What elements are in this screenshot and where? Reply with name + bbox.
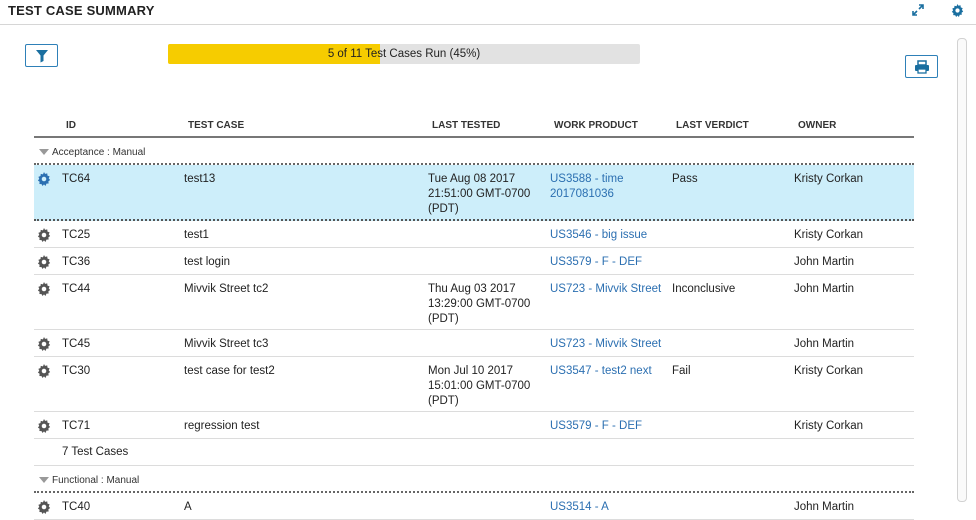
expand-icon[interactable] <box>910 4 926 20</box>
table-header: ID TEST CASE LAST TESTED WORK PRODUCT LA… <box>34 114 914 138</box>
test-case-id[interactable]: TC71 <box>62 419 90 434</box>
table-row[interactable]: TC71 regression test US3579 - F - DEF Krist… <box>34 412 914 439</box>
row-gear-icon[interactable] <box>37 228 51 242</box>
last-tested-line: (PDT) <box>428 395 459 407</box>
table-row[interactable]: TC36 test login US3579 - F - DEF John Marti… <box>34 248 914 275</box>
group-label: Acceptance : Manual <box>52 147 146 158</box>
col-test-case[interactable]: TEST CASE <box>188 120 244 131</box>
table-row[interactable]: TC40 A US3514 - A John Martin <box>34 493 914 520</box>
col-owner[interactable]: OWNER <box>798 120 836 131</box>
last-verdict: Inconclusive <box>672 283 736 295</box>
work-product-link[interactable]: US3579 - F - DEF <box>550 419 642 434</box>
work-product-link[interactable]: US3547 - test2 next <box>550 364 652 379</box>
last-tested-line: Thu Aug 03 2017 <box>428 283 516 295</box>
last-tested: Thu Aug 03 2017 13:29:00 GMT-0700 (PDT) <box>428 282 530 327</box>
test-case-name: Mivvik Street tc3 <box>184 338 269 350</box>
test-case-table: ID TEST CASE LAST TESTED WORK PRODUCT LA… <box>34 114 914 520</box>
last-tested-line: (PDT) <box>428 203 459 215</box>
row-gear-icon[interactable] <box>37 337 51 351</box>
owner: Kristy Corkan <box>794 420 864 432</box>
test-case-id[interactable]: TC36 <box>62 255 90 270</box>
row-gear-icon[interactable] <box>37 500 51 514</box>
test-case-id[interactable]: TC45 <box>62 337 90 352</box>
print-icon <box>914 59 929 74</box>
last-tested-line: (PDT) <box>428 313 459 325</box>
group-label: Functional : Manual <box>52 475 140 486</box>
last-tested-line: Mon Jul 10 2017 <box>428 365 514 377</box>
test-case-name: test13 <box>184 173 216 185</box>
test-case-name: test1 <box>184 229 209 241</box>
table-row[interactable]: TC44 Mivvik Street tc2 Thu Aug 03 2017 13:2… <box>34 275 914 330</box>
row-gear-icon[interactable] <box>37 172 51 186</box>
page-title: TEST CASE SUMMARY <box>8 3 155 18</box>
last-tested: Tue Aug 08 2017 21:51:00 GMT-0700 (PDT) <box>428 172 530 217</box>
last-verdict: Pass <box>672 173 698 185</box>
col-last-verdict[interactable]: LAST VERDICT <box>676 120 749 131</box>
work-product-line[interactable]: US723 - Mivvik Street <box>550 282 661 297</box>
last-verdict: Fail <box>672 365 691 377</box>
row-gear-icon[interactable] <box>37 282 51 296</box>
row-gear-icon[interactable] <box>37 419 51 433</box>
test-case-count: 7 Test Cases <box>62 446 129 458</box>
col-last-tested[interactable]: LAST TESTED <box>432 120 500 131</box>
test-case-id[interactable]: TC64 <box>62 172 90 187</box>
progress-label: 5 of 11 Test Cases Run (45%) <box>327 48 481 60</box>
last-tested: Mon Jul 10 2017 15:01:00 GMT-0700 (PDT) <box>428 364 530 409</box>
work-product-line[interactable]: US3547 - test2 next <box>550 364 652 379</box>
filter-button[interactable] <box>25 44 58 67</box>
owner: John Martin <box>794 256 855 268</box>
work-product-line[interactable]: US723 - Mivvik Street <box>550 337 661 352</box>
work-product-link[interactable]: US3579 - F - DEF <box>550 255 642 270</box>
work-product-link[interactable]: US723 - Mivvik Street <box>550 337 661 352</box>
col-id[interactable]: ID <box>66 120 76 131</box>
table-row[interactable]: TC64 test13 Tue Aug 08 2017 21:51:00 GMT-07… <box>34 165 914 221</box>
last-tested-line: 21:51:00 GMT-0700 <box>428 188 531 200</box>
group-header[interactable]: Functional : Manual <box>34 466 914 493</box>
work-product-link[interactable]: US3546 - big issue <box>550 228 647 243</box>
row-gear-icon[interactable] <box>37 364 51 378</box>
test-case-id[interactable]: TC30 <box>62 364 90 379</box>
test-run-progress: 5 of 11 Test Cases Run (45%) <box>168 44 640 64</box>
test-case-name: test case for test2 <box>184 365 275 377</box>
owner: John Martin <box>794 338 855 350</box>
owner: Kristy Corkan <box>794 365 864 377</box>
last-tested-line: Tue Aug 08 2017 <box>428 173 516 185</box>
test-case-id[interactable]: TC44 <box>62 282 90 297</box>
test-case-name: regression test <box>184 420 260 432</box>
title-bar: TEST CASE SUMMARY <box>0 0 976 25</box>
table-row[interactable]: TC45 Mivvik Street tc3 US723 - Mivvik Stre… <box>34 330 914 357</box>
test-case-id[interactable]: TC25 <box>62 228 90 243</box>
work-product-line[interactable]: US3588 - time <box>550 172 624 187</box>
table-row[interactable]: TC25 test1 US3546 - big issue Kristy Corkan <box>34 221 914 248</box>
last-tested-line: 15:01:00 GMT-0700 <box>428 380 531 392</box>
group-footer: 7 Test Cases <box>34 439 914 466</box>
owner: Kristy Corkan <box>794 173 864 185</box>
table-row[interactable]: TC30 test case for test2 Mon Jul 10 2017 15… <box>34 357 914 412</box>
row-gear-icon[interactable] <box>37 255 51 269</box>
settings-gear-icon[interactable] <box>949 4 965 20</box>
work-product-line[interactable]: US3579 - F - DEF <box>550 419 642 434</box>
col-work-product[interactable]: WORK PRODUCT <box>554 120 638 131</box>
filter-icon <box>35 49 48 62</box>
work-product-line[interactable]: 2017081036 <box>550 187 624 202</box>
group-header[interactable]: Acceptance : Manual <box>34 138 914 165</box>
last-tested-line: 13:29:00 GMT-0700 <box>428 298 531 310</box>
vertical-scrollbar[interactable] <box>957 38 967 502</box>
print-button[interactable] <box>905 55 938 78</box>
collapse-triangle-icon[interactable] <box>39 149 49 155</box>
owner: John Martin <box>794 283 855 295</box>
work-product-line[interactable]: US3546 - big issue <box>550 228 647 243</box>
owner: Kristy Corkan <box>794 229 864 241</box>
collapse-triangle-icon[interactable] <box>39 477 49 483</box>
test-case-name: test login <box>184 256 231 268</box>
work-product-link[interactable]: US3588 - time 2017081036 <box>550 172 624 202</box>
test-case-name: Mivvik Street tc2 <box>184 283 269 295</box>
work-product-line[interactable]: US3579 - F - DEF <box>550 255 642 270</box>
work-product-link[interactable]: US723 - Mivvik Street <box>550 282 661 297</box>
